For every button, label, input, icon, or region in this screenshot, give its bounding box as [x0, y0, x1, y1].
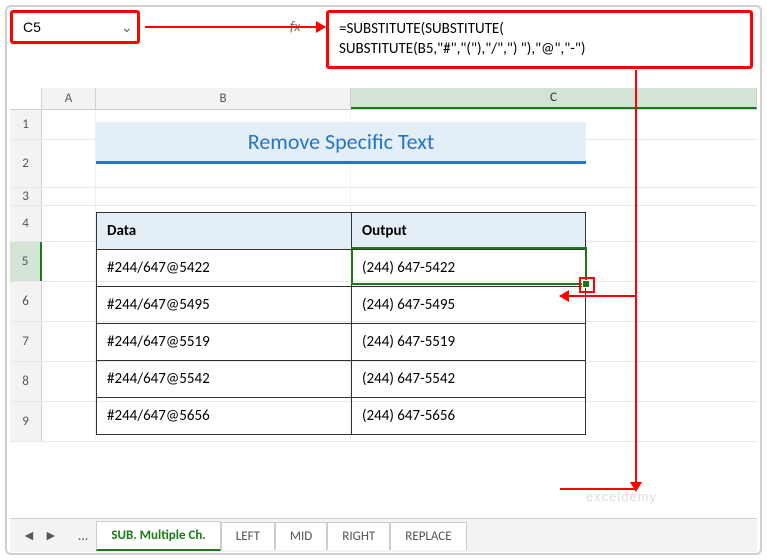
header-output: Output — [352, 213, 585, 249]
annotation-arrow-vertical — [635, 70, 637, 488]
tab-nav-prev-icon[interactable]: ◄ — [22, 527, 36, 544]
header-data: Data — [97, 213, 352, 249]
row-header[interactable]: 1 — [10, 110, 42, 139]
annotation-arrow-branch-1 — [560, 295, 637, 297]
name-box-container[interactable]: ⌄ — [10, 10, 140, 44]
table-row: #244/647@5422(244) 647-5422 — [96, 250, 586, 287]
tab-replace[interactable]: REPLACE — [390, 522, 466, 550]
table-row: #244/647@5656(244) 647-5656 — [96, 398, 586, 435]
data-table: Data Output #244/647@5422(244) 647-5422 … — [96, 212, 586, 435]
row-header[interactable]: 6 — [10, 282, 42, 321]
select-all-corner[interactable] — [10, 88, 42, 109]
table-row: #244/647@5495(244) 647-5495 — [96, 287, 586, 324]
formula-line-1: =SUBSTITUTE(SUBSTITUTE( — [339, 19, 740, 39]
row-header[interactable]: 3 — [10, 188, 42, 205]
tab-sub-multiple[interactable]: SUB. Multiple Ch. — [96, 521, 220, 551]
name-box[interactable] — [15, 14, 115, 40]
annotation-arrow-horizontal — [145, 26, 325, 28]
tab-left[interactable]: LEFT — [221, 522, 275, 550]
chevron-down-icon[interactable]: ⌄ — [115, 19, 139, 36]
watermark: exceldemy — [586, 489, 657, 504]
tab-right[interactable]: RIGHT — [327, 522, 390, 550]
sheet-tabs-bar: ◄ ► ... SUB. Multiple Ch. LEFT MID RIGHT… — [10, 518, 757, 552]
col-header-c[interactable]: C — [351, 88, 757, 109]
row-header[interactable]: 7 — [10, 322, 42, 361]
row-header[interactable]: 2 — [10, 140, 42, 187]
tab-mid[interactable]: MID — [275, 522, 327, 550]
formula-line-2: SUBSTITUTE(B5,"#","("),"/",") "),"@","-"… — [339, 39, 740, 59]
table-row: #244/647@5542(244) 647-5542 — [96, 361, 586, 398]
spreadsheet-grid[interactable]: A B C 1 2 3 4 5 6 7 8 9 Remove Specific … — [10, 88, 757, 516]
row-header[interactable]: 5 — [10, 242, 42, 281]
row-header[interactable]: 4 — [10, 206, 42, 241]
title-cell: Remove Specific Text — [96, 122, 586, 164]
tab-nav-next-icon[interactable]: ► — [44, 527, 58, 544]
row-header[interactable]: 8 — [10, 362, 42, 401]
tab-overflow[interactable]: ... — [70, 527, 97, 544]
table-row: #244/647@5519(244) 647-5519 — [96, 324, 586, 361]
formula-bar[interactable]: =SUBSTITUTE(SUBSTITUTE( SUBSTITUTE(B5,"#… — [326, 10, 753, 69]
row-header[interactable]: 9 — [10, 402, 42, 441]
col-header-a[interactable]: A — [42, 88, 96, 109]
col-header-b[interactable]: B — [96, 88, 351, 109]
